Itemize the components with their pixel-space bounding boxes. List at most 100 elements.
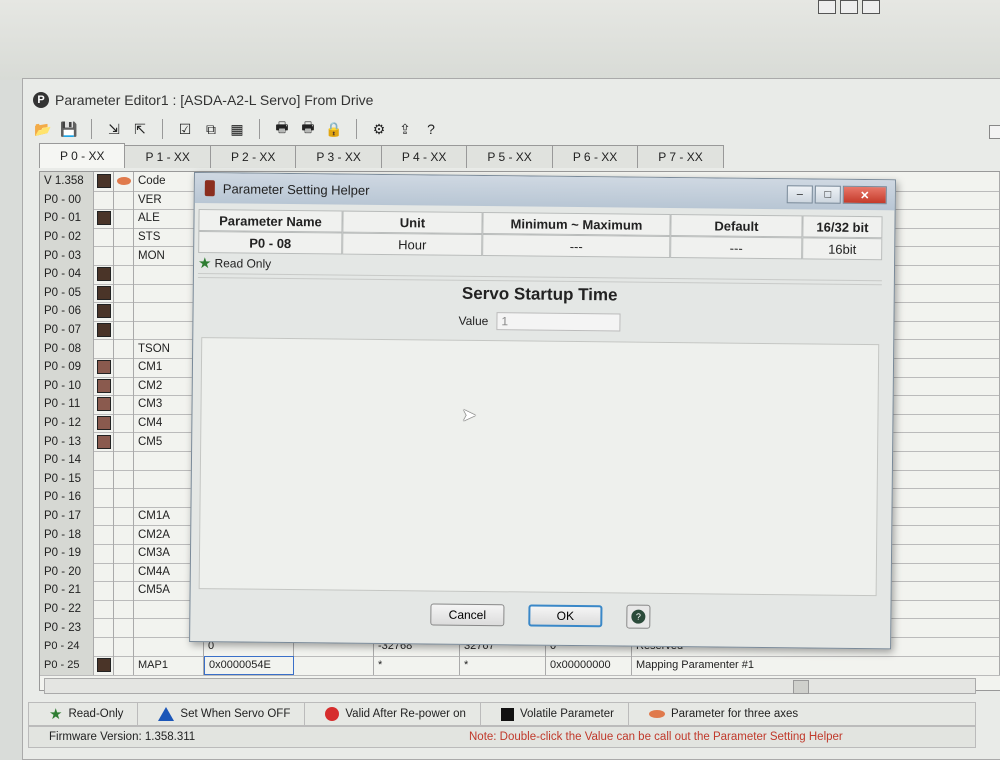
param-id: P0 - 13	[40, 432, 94, 451]
horizontal-scrollbar[interactable]	[44, 678, 976, 694]
param-id: P0 - 05	[40, 283, 94, 303]
dialog-app-icon	[204, 180, 215, 197]
window-title: Parameter Editor1 : [ASDA-A2-L Servo] Fr…	[55, 92, 374, 108]
dialog-title-bar: Parameter Setting Helper – □ ✕	[194, 173, 895, 211]
dialog-title: Parameter Setting Helper	[222, 180, 370, 198]
three-axes-marker	[116, 177, 131, 186]
restore-icon[interactable]	[818, 0, 836, 14]
param-id: P0 - 12	[40, 413, 94, 433]
copy-icon[interactable]: ⧉	[201, 119, 221, 139]
param-id: P0 - 02	[40, 227, 94, 247]
value-input[interactable]	[496, 312, 621, 332]
volatile-marker	[96, 397, 111, 412]
volatile-marker	[96, 434, 111, 449]
black-square-icon	[500, 707, 514, 721]
value-row: Value	[197, 307, 881, 336]
firmware-version: Firmware Version: 1.358.311	[49, 731, 196, 743]
tab-p5[interactable]: P 5 - XX	[466, 145, 553, 168]
save-icon[interactable]: 💾	[59, 119, 79, 139]
columns-icon[interactable]	[862, 0, 880, 14]
table-row[interactable]: P0 - 25 MAP1 0x0000054E * * 0x00000000 M…	[40, 656, 1000, 676]
param-id: P0 - 07	[40, 320, 94, 340]
version-cell: V 1.358	[40, 172, 94, 191]
help-icon[interactable]: ?	[421, 119, 441, 139]
param-name-value: P0 - 08	[198, 231, 343, 255]
orange-oval-icon	[648, 710, 665, 718]
tab-p4[interactable]: P 4 - XX	[380, 145, 468, 168]
volatile-marker	[96, 304, 111, 319]
volatile-marker	[96, 416, 111, 431]
open-icon[interactable]: 📂	[33, 119, 53, 139]
export-icon[interactable]: ⇪	[395, 119, 415, 139]
tab-p0[interactable]: P 0 - XX	[39, 143, 126, 168]
param-id: P0 - 15	[40, 469, 94, 489]
dialog-buttons: Cancel OK ?	[190, 597, 890, 634]
side-mini-button[interactable]	[989, 125, 1000, 139]
read-drive-icon[interactable]: ⇲	[104, 119, 124, 139]
red-circle-icon	[325, 707, 340, 721]
parameter-setting-helper-dialog: Parameter Setting Helper – □ ✕ Parameter…	[189, 172, 896, 650]
volatile-marker	[96, 211, 111, 226]
range-value: ---	[482, 234, 671, 258]
param-id: P0 - 08	[40, 339, 94, 358]
top-window-icons	[818, 0, 880, 14]
app-logo-icon: P	[33, 92, 49, 108]
scroll-thumb[interactable]	[793, 680, 809, 694]
volatile-marker	[96, 174, 111, 189]
toolbar: 📂 💾 ⇲ ⇱ ☑ ⧉ ▦ 🖶 🖶 🔒 ⚙ ⇪ ?	[33, 117, 441, 141]
value-cell[interactable]: 0x0000054E	[204, 656, 294, 675]
settings-icon[interactable]: ⚙	[369, 119, 389, 139]
tab-p6[interactable]: P 6 - XX	[551, 145, 639, 168]
lock-icon[interactable]: 🔒	[324, 119, 344, 139]
minimize-button[interactable]: –	[786, 185, 813, 204]
ok-button[interactable]: OK	[528, 604, 603, 628]
tab-p3[interactable]: P 3 - XX	[295, 145, 382, 168]
param-id: P0 - 11	[40, 395, 94, 414]
maximize-button[interactable]: □	[814, 185, 841, 204]
param-id: P0 - 00	[40, 190, 94, 210]
param-id: P0 - 19	[40, 544, 94, 563]
bits-value: 16bit	[802, 237, 883, 261]
volatile-marker	[96, 267, 111, 282]
param-id: P0 - 03	[40, 246, 94, 265]
parameter-group-tabs: P 0 - XX P 1 - XX P 2 - XX P 3 - XX P 4 …	[39, 143, 724, 168]
param-id: P0 - 18	[40, 525, 94, 544]
tab-p1[interactable]: P 1 - XX	[124, 145, 211, 168]
param-id: P0 - 21	[40, 581, 94, 600]
param-id: P0 - 09	[40, 358, 94, 377]
param-id: P0 - 20	[40, 562, 94, 582]
param-id: P0 - 01	[40, 209, 94, 228]
close-button[interactable]: ✕	[842, 185, 887, 205]
triangle-icon	[158, 707, 175, 721]
window-title-bar: P Parameter Editor1 : [ASDA-A2-L Servo] …	[33, 89, 373, 111]
tab-p2[interactable]: P 2 - XX	[209, 145, 297, 168]
volatile-marker	[96, 378, 111, 393]
help-icon: ?	[631, 609, 646, 624]
write-drive-icon[interactable]: ⇱	[130, 119, 150, 139]
param-id: P0 - 10	[40, 376, 94, 396]
table-icon[interactable]: ▦	[227, 119, 247, 139]
print-preview-icon[interactable]: 🖶	[298, 119, 318, 139]
volatile-marker	[96, 323, 111, 338]
value-label: Value	[458, 313, 489, 329]
print-icon[interactable]: 🖶	[272, 119, 292, 139]
param-id: P0 - 17	[40, 506, 94, 526]
help-button[interactable]: ?	[626, 604, 651, 629]
tile-icon[interactable]	[840, 0, 858, 14]
param-id: P0 - 06	[40, 302, 94, 321]
unit-value: Hour	[342, 232, 483, 257]
param-id: P0 - 23	[40, 618, 94, 637]
mouse-cursor-icon: ➤	[461, 404, 477, 425]
parameter-heading: Servo Startup Time	[197, 277, 882, 312]
status-note: Note: Double-click the Value can be call…	[469, 731, 843, 743]
param-id: P0 - 16	[40, 488, 94, 507]
param-id: P0 - 22	[40, 599, 94, 619]
cancel-button[interactable]: Cancel	[430, 603, 505, 627]
parameter-info-table: Parameter Name Unit Minimum ~ Maximum De…	[198, 209, 883, 261]
tab-p7[interactable]: P 7 - XX	[637, 145, 724, 168]
compare-icon[interactable]: ☑	[175, 119, 195, 139]
volatile-marker	[96, 360, 111, 375]
star-icon: ★	[197, 255, 212, 273]
status-bar: Firmware Version: 1.358.311 Note: Double…	[28, 726, 976, 748]
param-id: P0 - 04	[40, 265, 94, 284]
